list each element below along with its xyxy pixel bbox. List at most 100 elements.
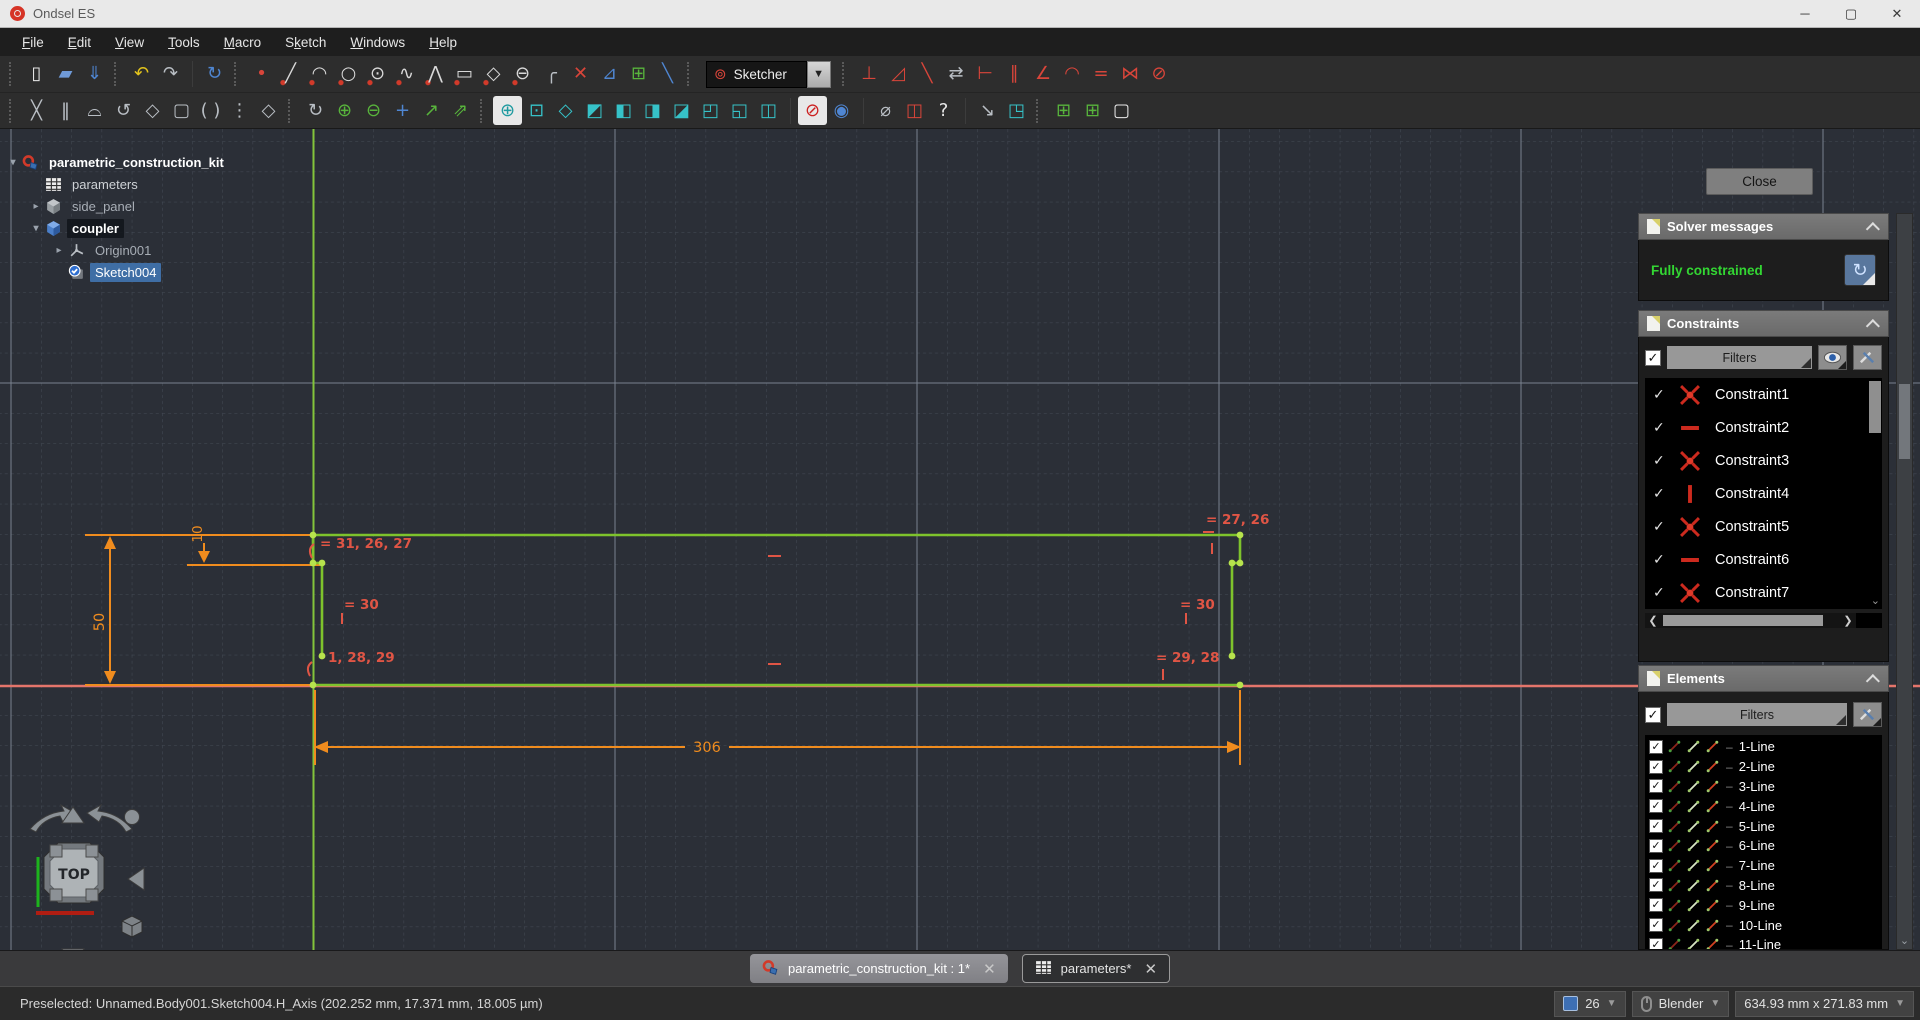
- evaluate-sketch-icon[interactable]: ⋮: [225, 96, 254, 125]
- zoom-in-icon[interactable]: ⊕: [493, 96, 522, 125]
- constraint-row[interactable]: ✓ Constraint7: [1645, 576, 1882, 609]
- expander-closed-icon[interactable]: ▸: [52, 245, 66, 256]
- constraints-header[interactable]: Constraints: [1638, 310, 1889, 337]
- toolbar-grip-handle[interactable]: [841, 62, 850, 86]
- element-row[interactable]: ✓ –11-Line: [1645, 935, 1882, 949]
- expander-closed-icon[interactable]: ▸: [29, 201, 43, 212]
- element-row[interactable]: ✓ –6-Line: [1645, 836, 1882, 856]
- menu-help[interactable]: Help: [417, 31, 469, 54]
- toggle-render-icon[interactable]: ◉: [827, 96, 856, 125]
- element-checkbox[interactable]: ✓: [1649, 858, 1663, 873]
- element-checkbox[interactable]: ✓: [1649, 838, 1663, 853]
- dim-10-label[interactable]: 10: [190, 525, 206, 542]
- save-icon[interactable]: ⇓: [80, 60, 109, 89]
- constrain-block-icon[interactable]: ⊘: [1145, 60, 1174, 89]
- workbench-selector[interactable]: ⊚ Sketcher ▼: [706, 60, 831, 88]
- constraints-vscroll-thumb[interactable]: [1869, 381, 1881, 433]
- document-tab[interactable]: parametric_construction_kit : 1* ✕: [749, 954, 1008, 983]
- view-rear-icon[interactable]: ◰: [696, 96, 725, 125]
- workbench-selector-arrow[interactable]: ▼: [806, 60, 831, 88]
- tab-close-icon[interactable]: ✕: [979, 960, 996, 978]
- create-circle-icon[interactable]: ○: [334, 59, 363, 89]
- document-tab[interactable]: parameters* ✕: [1021, 954, 1171, 983]
- convert-to-nurbs-icon[interactable]: ↻: [301, 96, 330, 125]
- constraints-filter-checkbox[interactable]: ✓: [1645, 349, 1661, 366]
- redo-icon[interactable]: ↷: [156, 60, 185, 89]
- render-frame-icon[interactable]: ▢: [1107, 96, 1136, 125]
- insert-knot-icon[interactable]: ↗: [417, 96, 446, 125]
- grid-size-dropdown[interactable]: 26 ▼: [1554, 990, 1626, 1017]
- view-front-icon[interactable]: ◧: [609, 96, 638, 125]
- toolbar-grip-handle[interactable]: [114, 62, 122, 86]
- view-dimensions-dropdown[interactable]: 634.93 mm x 271.83 mm ▼: [1735, 990, 1914, 1017]
- menu-view[interactable]: View: [103, 31, 156, 54]
- create-arc-icon[interactable]: ◠: [305, 59, 334, 89]
- panel-scrollbar[interactable]: ⌄: [1896, 213, 1913, 950]
- constraints-settings-button[interactable]: [1853, 345, 1882, 370]
- constrain-distance-x-icon[interactable]: ⇄: [942, 60, 971, 89]
- nav-cube-top-label[interactable]: TOP: [58, 867, 90, 883]
- increase-bspline-degree-icon[interactable]: ⊕: [330, 96, 359, 125]
- tree-item-parameters[interactable]: parameters: [6, 173, 229, 195]
- tree-item-origin001[interactable]: ▸ Origin001: [6, 239, 229, 261]
- whats-this-icon[interactable]: ?: [929, 96, 958, 125]
- create-line-icon[interactable]: ╱: [276, 59, 305, 89]
- elements-settings-button[interactable]: [1853, 702, 1882, 727]
- symmetry-tool-icon[interactable]: ( ): [196, 96, 225, 125]
- constraint-checkbox[interactable]: ✓: [1653, 387, 1671, 403]
- constraint-row[interactable]: ✓ Constraint6: [1645, 543, 1882, 576]
- scroll-down-arrow[interactable]: ⌄: [1897, 934, 1912, 947]
- view-right-icon[interactable]: ◪: [667, 96, 696, 125]
- constraint-row[interactable]: ✓ Constraint2: [1645, 411, 1882, 444]
- view-isometric-icon[interactable]: ◩: [580, 96, 609, 125]
- edit-arc-icon[interactable]: ⌓: [80, 96, 109, 125]
- elements-filter-checkbox[interactable]: ✓: [1645, 706, 1661, 723]
- task-close-button[interactable]: Close: [1706, 168, 1813, 195]
- element-checkbox[interactable]: ✓: [1649, 937, 1663, 949]
- collapse-chevron-icon[interactable]: [1865, 221, 1880, 236]
- element-row[interactable]: ✓ –1-Line: [1645, 737, 1882, 757]
- element-checkbox[interactable]: ✓: [1649, 898, 1663, 913]
- constrain-tangent-icon[interactable]: ◠: [1058, 60, 1087, 89]
- elements-filters-dropdown[interactable]: Filters: [1667, 703, 1847, 726]
- tree-item-side_panel[interactable]: ▸ side_panel: [6, 195, 229, 217]
- carbon-copy-icon[interactable]: ◇: [254, 96, 283, 125]
- element-row[interactable]: ✓ –3-Line: [1645, 777, 1882, 797]
- toolbar-grip-handle[interactable]: [288, 98, 296, 123]
- element-row[interactable]: ✓ –4-Line: [1645, 796, 1882, 816]
- element-row[interactable]: ✓ –9-Line: [1645, 895, 1882, 915]
- expander-open-icon[interactable]: ▾: [6, 157, 20, 168]
- tree-item-parametric_construction_kit[interactable]: ▾ parametric_construction_kit: [6, 151, 229, 173]
- collapse-chevron-icon[interactable]: [1865, 673, 1880, 688]
- collapse-chevron-icon[interactable]: [1865, 318, 1880, 333]
- tree-item-sketch004[interactable]: Sketch004: [6, 261, 229, 283]
- element-checkbox[interactable]: ✓: [1649, 759, 1663, 774]
- toggle-snap-icon[interactable]: ⊞: [1078, 96, 1107, 125]
- viewpoint-dot[interactable]: [124, 809, 140, 825]
- element-checkbox[interactable]: ✓: [1649, 878, 1663, 893]
- maximize-button[interactable]: ▢: [1828, 0, 1874, 27]
- close-window-button[interactable]: ✕: [1874, 0, 1920, 27]
- decrease-bspline-degree-icon[interactable]: ⊖: [359, 96, 388, 125]
- dim-306-label[interactable]: 306: [693, 740, 721, 756]
- menu-macro[interactable]: Macro: [212, 31, 274, 54]
- mini-cube-icon[interactable]: [121, 915, 143, 938]
- constraints-hscrollbar[interactable]: ❮ ❯: [1645, 613, 1882, 628]
- toolbar-grip-handle[interactable]: [1036, 98, 1044, 123]
- element-row[interactable]: ✓ –10-Line: [1645, 915, 1882, 935]
- navigation-cube[interactable]: TOP: [20, 801, 180, 971]
- constrain-parallel-icon[interactable]: ∥: [1000, 60, 1029, 89]
- rectangular-selection-icon[interactable]: ▢: [167, 96, 196, 125]
- rotate-cw-arrow[interactable]: [127, 867, 145, 891]
- open-folder-icon[interactable]: ▰: [51, 60, 80, 89]
- element-checkbox[interactable]: ✓: [1649, 779, 1663, 794]
- constrain-symmetric-icon[interactable]: ⋈: [1116, 60, 1145, 89]
- create-ellipse-icon[interactable]: ⊙: [363, 59, 392, 89]
- toolbar-grip-handle[interactable]: [480, 98, 488, 123]
- constraint-row[interactable]: ✓ Constraint3: [1645, 444, 1882, 477]
- constraint-checkbox[interactable]: ✓: [1653, 420, 1671, 436]
- menu-sketch[interactable]: Sketch: [273, 31, 338, 54]
- constraint-row[interactable]: ✓ Constraint1: [1645, 378, 1882, 411]
- stop-operation-icon[interactable]: ⊘: [798, 96, 827, 125]
- element-checkbox[interactable]: ✓: [1649, 799, 1663, 814]
